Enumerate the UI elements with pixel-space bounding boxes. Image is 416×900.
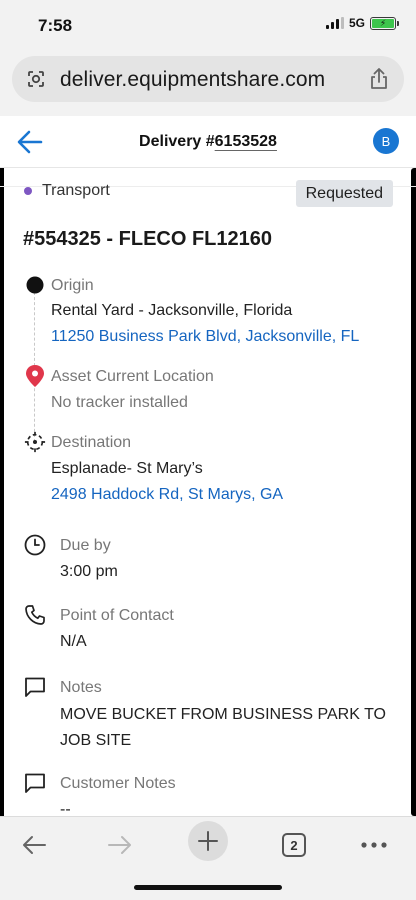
scrollbar[interactable]: [411, 168, 416, 816]
more-menu-button[interactable]: [354, 825, 394, 865]
notes-label: Notes: [60, 679, 102, 696]
due-by-label: Due by: [60, 537, 111, 554]
address-bar[interactable]: deliver.equipmentshare.com: [12, 56, 404, 102]
map-pin-icon: [24, 365, 46, 387]
plus-icon: [198, 831, 218, 851]
destination-address-link[interactable]: 2498 Haddock Rd, St Marys, GA: [51, 486, 283, 504]
site-settings-icon[interactable]: [25, 68, 47, 90]
home-indicator: [134, 885, 282, 890]
destination-label: Destination: [51, 434, 132, 451]
share-icon[interactable]: [368, 67, 390, 91]
browser-back-button[interactable]: [14, 825, 54, 865]
more-dots-icon: [361, 842, 387, 848]
clock-icon: [24, 534, 46, 556]
page-title: Delivery #6153528: [0, 133, 416, 151]
forward-icon: [108, 836, 131, 854]
network-type: 5G: [348, 16, 365, 30]
comment-icon: [25, 677, 45, 697]
user-avatar[interactable]: B: [373, 128, 399, 154]
origin-label: Origin: [51, 277, 94, 294]
page-title-prefix: Delivery #: [139, 133, 215, 150]
origin-name: Rental Yard - Jacksonville, Florida: [51, 302, 293, 319]
current-location-value: No tracker installed: [51, 394, 188, 411]
phone-icon: [25, 605, 45, 625]
status-time: 7:58: [38, 16, 73, 35]
current-location-label: Asset Current Location: [51, 368, 214, 385]
origin-icon: [24, 274, 46, 296]
status-bar: 7:58 5G ⚡: [0, 0, 416, 50]
back-icon: [23, 836, 46, 854]
asset-title: #554325 - FLECO FL12160: [23, 228, 273, 250]
tab-switcher-button[interactable]: 2: [274, 825, 314, 865]
delivery-type: Transport: [24, 182, 110, 200]
new-tab-button[interactable]: [188, 821, 228, 861]
delivery-type-label: Transport: [42, 182, 110, 199]
url-text[interactable]: deliver.equipmentshare.com: [60, 68, 325, 92]
browser-forward-button[interactable]: [100, 825, 140, 865]
app-header: Delivery #6153528 B: [0, 116, 416, 168]
charging-bolt-icon: ⚡: [372, 18, 394, 28]
left-edge-shadow: [0, 168, 4, 816]
comment-icon: [25, 773, 45, 793]
status-badge: Requested: [295, 180, 393, 207]
delivery-number-link[interactable]: 6153528: [215, 133, 277, 150]
point-of-contact-value: N/A: [60, 633, 87, 650]
point-of-contact-label: Point of Contact: [60, 607, 174, 624]
customer-notes-label: Customer Notes: [60, 775, 176, 792]
notes-value: MOVE BUCKET FROM BUSINESS PARK TO JOB SI…: [60, 706, 386, 749]
transport-dot-icon: [24, 187, 32, 195]
browser-address-area: deliver.equipmentshare.com: [0, 50, 416, 116]
delivery-details: Transport Requested #554325 - FLECO FL12…: [0, 168, 416, 816]
status-indicators: 5G ⚡: [325, 16, 399, 30]
destination-name: Esplanade- St Mary’s: [51, 460, 203, 477]
customer-notes-value: --: [60, 801, 71, 816]
battery-icon: ⚡: [370, 16, 399, 30]
due-by-value: 3:00 pm: [60, 563, 118, 580]
origin-address-link[interactable]: 11250 Business Park Blvd, Jacksonville, …: [51, 328, 359, 346]
tab-count: 2: [282, 833, 306, 857]
cell-signal-icon: [325, 17, 344, 29]
crosshair-icon: [24, 431, 46, 453]
